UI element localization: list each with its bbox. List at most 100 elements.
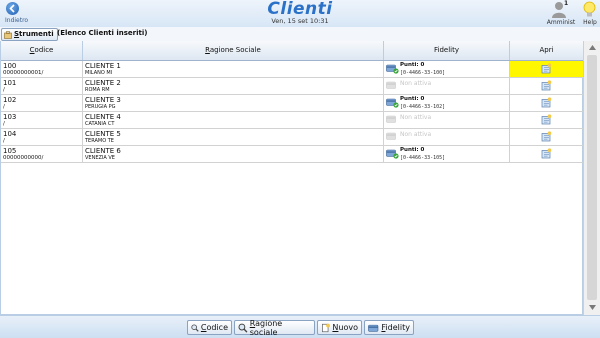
fidelity-card-icon [386, 98, 399, 108]
fidelity-cell: Non attiva [384, 129, 510, 145]
tools-label: Strumenti [14, 29, 54, 40]
client-city: CATANIA CT [85, 121, 115, 127]
fidelity-card-icon [386, 132, 396, 140]
fidelity-card-icon [386, 64, 399, 74]
button-label: Codice [201, 323, 228, 332]
table-row[interactable]: 103 / CLIENTE 4 CATANIA CT Non attiva [1, 112, 583, 129]
tools-icon [4, 30, 12, 39]
table-row[interactable]: 100 00000000001/ CLIENTE 1 MILANO MI Pun… [1, 61, 583, 78]
button-label: Ragione sociale [250, 319, 311, 337]
table-row[interactable]: 104 / CLIENTE 5 TERAMO TE Non attiva [1, 129, 583, 146]
column-header-fidelity[interactable]: Fidelity [384, 41, 510, 60]
button-label-rest: agione sociale [249, 318, 283, 337]
fidelity-button[interactable]: Fidelity [364, 320, 414, 335]
footer-toolbar: Codice Ragione sociale Nuovo Fidelity [0, 315, 600, 338]
button-label: Fidelity [381, 323, 410, 332]
column-header-apri[interactable]: Apri [510, 41, 583, 60]
scrollbar-thumb[interactable] [587, 55, 597, 300]
scroll-up-arrow-icon[interactable] [587, 43, 598, 52]
help-button[interactable]: Help [580, 0, 600, 27]
client-code: 103 [3, 113, 17, 121]
clients-table: Codice Ragione Sociale Fidelity Apri 100… [0, 41, 583, 315]
client-vat: / [3, 121, 5, 127]
search-icon [191, 323, 199, 332]
new-client-button[interactable]: Nuovo [317, 320, 362, 335]
open-cell[interactable] [510, 146, 583, 162]
company-cell: CLIENTE 4 CATANIA CT [83, 112, 384, 128]
fidelity-cell: Punti: 0 [0-4466-33-105] [384, 146, 510, 162]
button-label-rest: idelity [385, 323, 410, 332]
app-header: Indietro Clienti Ven, 15 set 10:31 1 Amm… [0, 0, 600, 28]
code-cell: 103 / [1, 112, 83, 128]
open-cell[interactable] [510, 112, 583, 128]
client-name: CLIENTE 1 [85, 62, 121, 70]
search-by-code-button[interactable]: Codice [187, 320, 232, 335]
fidelity-card-number: [0-4466-33-100] [400, 70, 446, 76]
column-label: odice [34, 46, 54, 54]
list-subtitle: (Elenco Clienti inseriti) [57, 29, 148, 37]
column-label: Fidelity [434, 46, 459, 54]
client-vat: / [3, 104, 5, 110]
button-label: Nuovo [332, 323, 358, 332]
open-cell[interactable] [510, 61, 583, 77]
table-header: Codice Ragione Sociale Fidelity Apri [1, 41, 583, 61]
help-label: Help [583, 19, 597, 26]
open-record-icon[interactable] [541, 80, 552, 91]
client-vat: 00000000000/ [3, 155, 44, 161]
client-name: CLIENTE 6 [85, 147, 121, 155]
button-label-rest: uovo [338, 323, 358, 332]
fidelity-points: Punti: 0 [400, 62, 425, 68]
client-name: CLIENTE 2 [85, 79, 121, 87]
client-name: CLIENTE 3 [85, 96, 121, 104]
company-cell: CLIENTE 2 ROMA RM [83, 78, 384, 94]
fidelity-cell: Punti: 0 [0-4466-33-100] [384, 61, 510, 77]
user-button[interactable]: 1 Amminist [545, 0, 577, 27]
table-row[interactable]: 101 / CLIENTE 2 ROMA RM Non attiva [1, 78, 583, 95]
client-city: TERAMO TE [85, 138, 114, 144]
open-cell[interactable] [510, 95, 583, 111]
user-count-badge: 1 [564, 0, 569, 7]
open-record-icon[interactable] [541, 131, 552, 142]
code-cell: 104 / [1, 129, 83, 145]
lightbulb-icon [583, 1, 596, 17]
open-record-icon[interactable] [541, 63, 552, 74]
client-code: 101 [3, 79, 17, 87]
table-row[interactable]: 102 / CLIENTE 3 PERUGIA PG Punti: 0 [0-4… [1, 95, 583, 112]
fidelity-cell: Non attiva [384, 78, 510, 94]
client-city: VENEZIA VE [85, 155, 115, 161]
open-cell[interactable] [510, 78, 583, 94]
column-label: agione Sociale [209, 46, 261, 54]
fidelity-card-icon [386, 115, 396, 123]
open-record-icon[interactable] [541, 114, 552, 125]
table-row[interactable]: 105 00000000000/ CLIENTE 6 VENEZIA VE Pu… [1, 146, 583, 163]
scroll-down-arrow-icon[interactable] [587, 303, 598, 312]
client-code: 104 [3, 130, 17, 138]
tools-button[interactable]: Strumenti [1, 28, 58, 41]
fidelity-points: Punti: 0 [400, 96, 425, 102]
company-cell: CLIENTE 6 VENEZIA VE [83, 146, 384, 162]
search-icon [238, 323, 248, 333]
client-vat: / [3, 138, 5, 144]
client-name: CLIENTE 5 [85, 130, 121, 138]
open-record-icon[interactable] [541, 148, 552, 159]
button-label-rest: odice [206, 323, 228, 332]
fidelity-card-icon [368, 324, 379, 332]
fidelity-status: Non attiva [400, 80, 432, 87]
company-cell: CLIENTE 5 TERAMO TE [83, 129, 384, 145]
fidelity-points: Punti: 0 [400, 147, 425, 153]
column-header-codice[interactable]: Codice [1, 41, 83, 60]
fidelity-cell: Punti: 0 [0-4466-33-102] [384, 95, 510, 111]
open-cell[interactable] [510, 129, 583, 145]
datetime-label: Ven, 15 set 10:31 [271, 17, 329, 25]
client-vat: 00000000001/ [3, 70, 44, 76]
search-by-company-button[interactable]: Ragione sociale [234, 319, 315, 337]
fidelity-status: Non attiva [400, 114, 432, 121]
code-cell: 102 / [1, 95, 83, 111]
open-record-icon[interactable] [541, 97, 552, 108]
column-header-ragione-sociale[interactable]: Ragione Sociale [83, 41, 384, 60]
vertical-scrollbar[interactable] [583, 41, 600, 315]
column-label: Apri [539, 46, 554, 54]
fidelity-card-icon [386, 81, 396, 89]
fidelity-cell: Non attiva [384, 112, 510, 128]
fidelity-status: Non attiva [400, 131, 432, 138]
